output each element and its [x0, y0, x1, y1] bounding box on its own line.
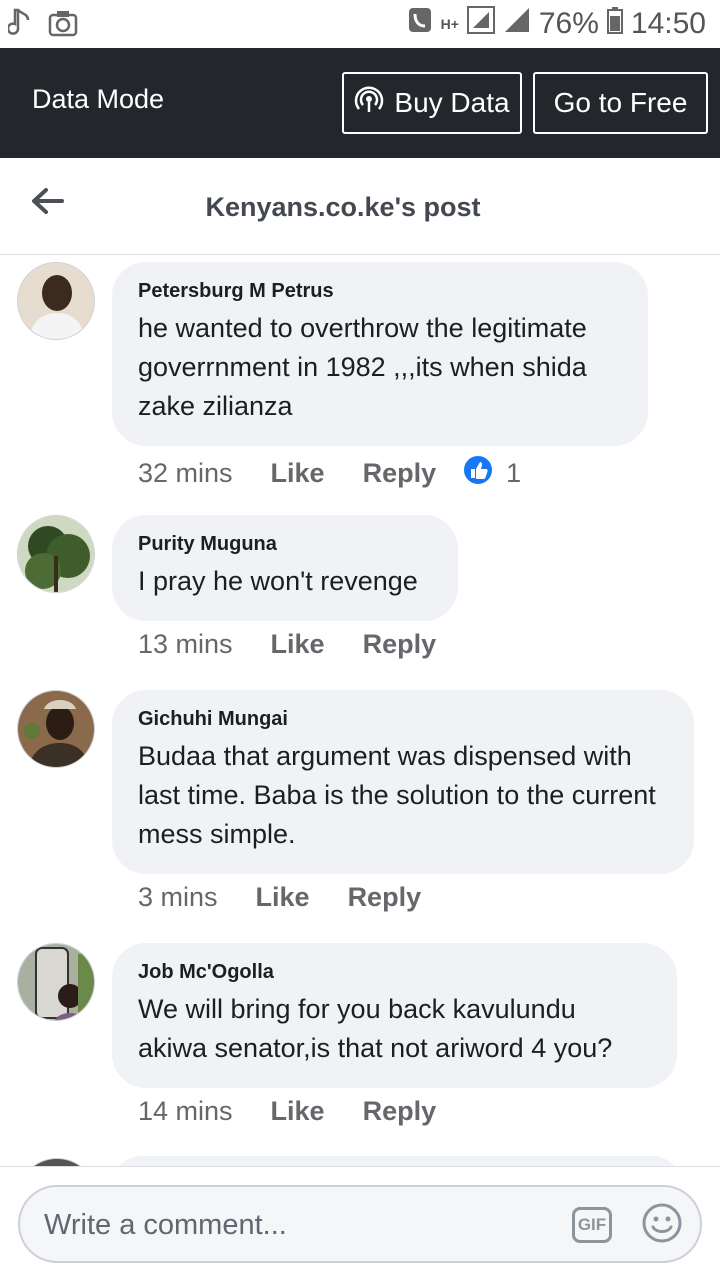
reaction-count: 1	[506, 458, 522, 488]
comment-author[interactable]: Gichuhi Mungai	[138, 708, 668, 731]
reply-button[interactable]: Reply	[363, 1096, 437, 1127]
comment-actions: 32 mins Like Reply 1	[138, 454, 521, 493]
gif-button[interactable]: GIF	[572, 1207, 612, 1243]
comment-time[interactable]: 13 mins	[138, 629, 233, 660]
signal-strength-icon	[503, 6, 531, 42]
page-title: Kenyans.co.ke's post	[205, 192, 481, 222]
reply-button[interactable]: Reply	[363, 458, 437, 489]
wifi-call-icon	[407, 6, 433, 42]
avatar[interactable]	[17, 690, 95, 768]
avatar[interactable]	[17, 515, 95, 593]
reply-button[interactable]: Reply	[363, 629, 437, 660]
go-to-free-label: Go to Free	[553, 87, 688, 118]
comment-author[interactable]: Job Mc'Ogolla	[138, 961, 651, 984]
gif-label: GIF	[577, 1215, 607, 1234]
avatar[interactable]	[17, 943, 95, 1021]
data-mode-label: Data Mode	[32, 84, 165, 114]
comment-text: We will bring for you back kavulundu aki…	[138, 994, 613, 1063]
comment-bubble[interactable]: Job Mc'Ogolla We will bring for you back…	[112, 943, 677, 1088]
avatar[interactable]	[17, 262, 95, 340]
buy-data-button[interactable]: Buy Data	[342, 72, 522, 134]
comment-time[interactable]: 3 mins	[138, 882, 218, 913]
status-bar: H+ 76% 14:50	[0, 0, 720, 48]
data-mode-bar: Data Mode Buy Data Go to Free	[0, 48, 720, 158]
camera-icon	[48, 9, 78, 42]
comment-time[interactable]: 14 mins	[138, 1096, 233, 1127]
comment-composer: GIF	[0, 1166, 720, 1281]
comment-text: I pray he won't revenge	[138, 566, 418, 596]
comment-author[interactable]: Purity Muguna	[138, 533, 432, 556]
comment-time[interactable]: 32 mins	[138, 458, 233, 489]
network-type-label: H+	[440, 16, 459, 32]
signal-icon	[466, 6, 495, 42]
like-button[interactable]: Like	[256, 882, 310, 913]
battery-icon	[606, 6, 623, 42]
comment-input-box[interactable]: GIF	[18, 1185, 702, 1263]
buy-data-label: Buy Data	[394, 87, 510, 118]
like-button[interactable]: Like	[271, 629, 325, 660]
comment-bubble[interactable]: Gichuhi Mungai Budaa that argument was d…	[112, 690, 694, 874]
post-header: Kenyans.co.ke's post	[0, 158, 720, 255]
comment-input[interactable]	[42, 1201, 566, 1249]
reply-button[interactable]: Reply	[348, 882, 422, 913]
thumbs-up-icon	[462, 454, 495, 493]
reaction-summary[interactable]: 1	[462, 454, 521, 493]
comment-bubble[interactable]: Purity Muguna I pray he won't revenge	[112, 515, 458, 621]
comment-actions: 13 mins Like Reply	[138, 629, 474, 660]
clock: 14:50	[630, 7, 706, 40]
like-button[interactable]: Like	[271, 1096, 325, 1127]
music-note-icon	[6, 8, 34, 43]
like-button[interactable]: Like	[271, 458, 325, 489]
broadcast-icon	[354, 85, 394, 122]
comment-text: Budaa that argument was dispensed with l…	[138, 741, 656, 849]
emoji-button[interactable]	[640, 1201, 684, 1250]
comment-bubble[interactable]: Petersburg M Petrus he wanted to overthr…	[112, 262, 648, 446]
comment-actions: 3 mins Like Reply	[138, 882, 459, 913]
go-to-free-button[interactable]: Go to Free	[533, 72, 708, 134]
comment-author[interactable]: Petersburg M Petrus	[138, 280, 622, 303]
comment-actions: 14 mins Like Reply	[138, 1096, 474, 1127]
battery-percent: 76%	[538, 7, 599, 40]
smiley-icon	[640, 1203, 684, 1249]
comment-text: he wanted to overthrow the legitimate go…	[138, 313, 587, 421]
